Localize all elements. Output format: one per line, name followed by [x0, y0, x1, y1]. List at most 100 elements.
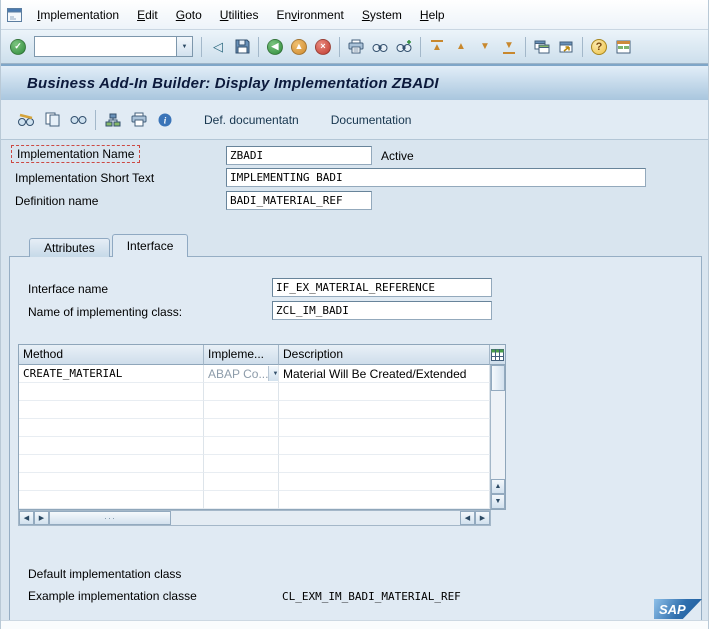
definition-name-field[interactable] [226, 191, 372, 210]
method-table: Method Impleme... Description CREATE_MAT… [18, 344, 506, 510]
tab-attributes[interactable]: Attributes [29, 238, 110, 257]
menu-environment[interactable]: Environment [267, 5, 352, 25]
tab-attributes-label: Attributes [44, 241, 95, 255]
new-session-icon[interactable] [530, 35, 554, 59]
empty-cell[interactable] [279, 437, 490, 455]
menu-system[interactable]: System [353, 5, 411, 25]
empty-cell[interactable] [19, 419, 204, 437]
empty-cell[interactable] [204, 401, 279, 419]
empty-cell[interactable] [19, 473, 204, 491]
scroll-left-button-end[interactable]: ◀ [460, 511, 475, 525]
interface-name-label: Interface name [28, 282, 109, 296]
empty-cell[interactable] [204, 419, 279, 437]
column-header-method[interactable]: Method [19, 345, 204, 365]
empty-cell[interactable] [204, 491, 279, 509]
empty-cell[interactable] [19, 455, 204, 473]
implementation-name-field[interactable] [226, 146, 372, 165]
scroll-right-button-end[interactable]: ▶ [475, 511, 490, 525]
nav-exit-icon[interactable]: ▲ [287, 35, 311, 59]
menu-implementation[interactable]: Implementation [28, 5, 128, 25]
status-text: Active [381, 149, 414, 163]
scroll-right-button[interactable]: ▶ [34, 511, 49, 525]
nav-cancel-icon[interactable]: × [311, 35, 335, 59]
table-vertical-scrollbar[interactable]: ▲ ▼ [490, 365, 505, 509]
scroll-up-button[interactable]: ▲ [491, 479, 505, 494]
page-down-icon[interactable]: ▼ [473, 35, 497, 59]
hierarchy-icon[interactable] [100, 108, 126, 132]
method-cell[interactable]: CREATE_MATERIAL [19, 365, 204, 383]
gui-session-icon[interactable] [7, 7, 22, 22]
tab-interface-label: Interface [126, 239, 174, 253]
menu-utilities[interactable]: Utilities [211, 5, 268, 25]
toolbar-separator [525, 36, 526, 57]
implementing-class-field[interactable] [272, 301, 492, 320]
info-icon[interactable]: i [152, 108, 178, 132]
vertical-scroll-track[interactable] [491, 391, 505, 479]
print-preview-icon[interactable] [126, 108, 152, 132]
empty-cell[interactable] [19, 437, 204, 455]
last-page-icon[interactable]: ▼ [497, 35, 521, 59]
empty-cell[interactable] [279, 401, 490, 419]
copy-icon[interactable] [39, 108, 65, 132]
empty-cell[interactable] [279, 491, 490, 509]
implementation-type-dropdown-icon[interactable]: ▼ [268, 366, 278, 381]
empty-cell[interactable] [279, 455, 490, 473]
enter-icon[interactable]: ✓ [6, 35, 30, 59]
command-dropdown-icon[interactable]: ▼ [176, 36, 193, 57]
standard-toolbar: ✓ ▼ ◁ ◀ ▲ × ▲ ▲ ▼ ▼ ? [1, 30, 708, 64]
customize-layout-icon[interactable] [611, 35, 635, 59]
empty-cell[interactable] [279, 473, 490, 491]
empty-cell[interactable] [204, 455, 279, 473]
help-icon[interactable]: ? [587, 35, 611, 59]
interface-name-field[interactable] [272, 278, 492, 297]
application-toolbar: i Def. documentatn Documentation [1, 100, 708, 140]
command-input[interactable] [34, 36, 176, 57]
page-up-icon[interactable]: ▲ [449, 35, 473, 59]
empty-cell[interactable] [19, 491, 204, 509]
back-arrow-icon[interactable]: ◁ [206, 35, 230, 59]
column-header-implementation-type[interactable]: Impleme... [204, 345, 279, 365]
horizontal-scroll-thumb[interactable]: ··· [49, 511, 171, 525]
documentation-button[interactable]: Documentation [325, 110, 418, 130]
toolbar-separator [201, 36, 202, 57]
title-bar: Business Add-In Builder: Display Impleme… [1, 64, 708, 100]
interface-tab-panel: Interface name Name of implementing clas… [9, 256, 702, 620]
tab-interface[interactable]: Interface [111, 234, 189, 257]
first-page-icon[interactable]: ▲ [425, 35, 449, 59]
window-bottom-strip [1, 620, 708, 629]
empty-cell[interactable] [19, 401, 204, 419]
empty-cell[interactable] [279, 419, 490, 437]
table-settings-icon[interactable] [490, 345, 505, 365]
save-icon[interactable] [230, 35, 254, 59]
toolbar-separator [339, 36, 340, 57]
vertical-scroll-thumb[interactable] [491, 365, 505, 391]
menu-edit[interactable]: Edit [128, 5, 167, 25]
def-documentation-button[interactable]: Def. documentatn [198, 110, 305, 130]
scroll-down-button[interactable]: ▼ [491, 494, 505, 509]
horizontal-scroll-track[interactable]: ··· [49, 511, 460, 525]
find-icon[interactable] [368, 35, 392, 59]
empty-cell[interactable] [204, 383, 279, 401]
find-next-icon[interactable] [392, 35, 416, 59]
short-text-field[interactable] [226, 168, 646, 187]
menu-bar: Implementation Edit Goto Utilities Envir… [1, 0, 708, 30]
display-change-icon[interactable] [13, 108, 39, 132]
menu-help[interactable]: Help [411, 5, 454, 25]
definition-name-label: Definition name [15, 194, 99, 208]
column-header-description[interactable]: Description [279, 345, 490, 365]
empty-cell[interactable] [204, 473, 279, 491]
empty-cell[interactable] [204, 437, 279, 455]
nav-back-icon[interactable]: ◀ [263, 35, 287, 59]
toolbar-separator [258, 36, 259, 57]
display-object-icon[interactable] [65, 108, 91, 132]
implementation-type-cell[interactable]: ABAP Co... ▼ [204, 365, 279, 383]
empty-cell[interactable] [19, 383, 204, 401]
create-shortcut-icon[interactable] [554, 35, 578, 59]
empty-cell[interactable] [279, 383, 490, 401]
print-icon[interactable] [344, 35, 368, 59]
description-cell[interactable]: Material Will Be Created/Extended [279, 365, 490, 383]
menu-goto[interactable]: Goto [167, 5, 211, 25]
table-horizontal-scrollbar[interactable]: ◀ ▶ ··· ◀ ▶ [18, 510, 491, 526]
default-implementation-class-label: Default implementation class [28, 567, 182, 581]
scroll-left-button[interactable]: ◀ [19, 511, 34, 525]
